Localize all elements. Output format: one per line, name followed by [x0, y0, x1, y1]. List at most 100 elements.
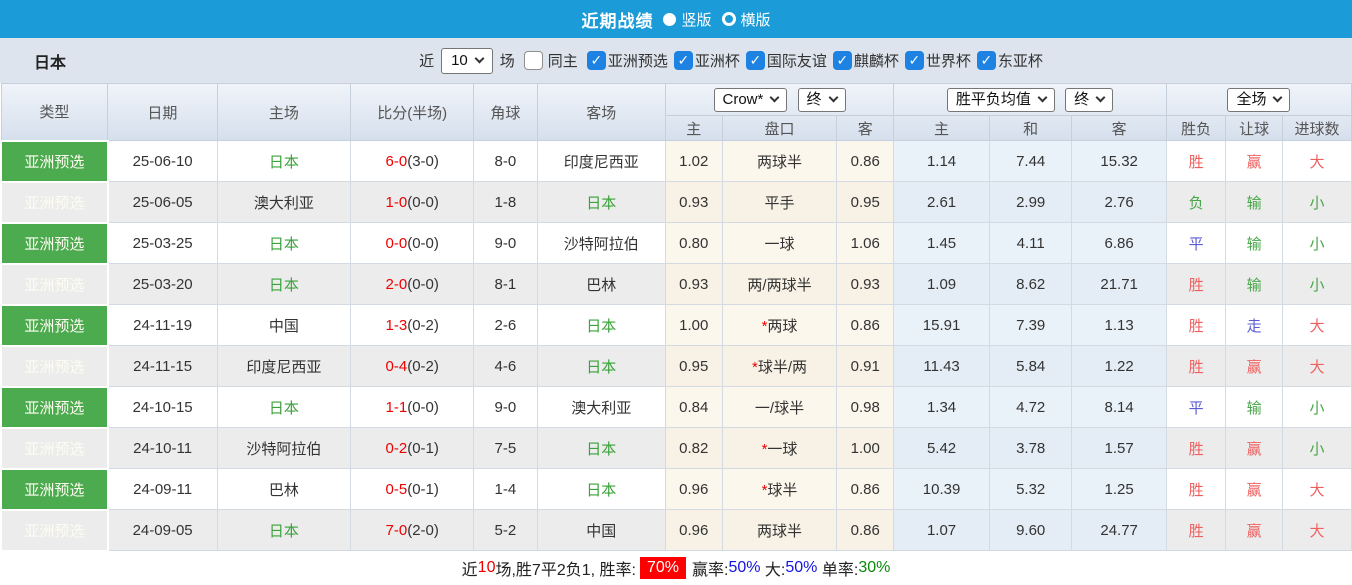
away-team-cell: 中国 — [537, 510, 665, 551]
handicap-away-odds-cell: 0.86 — [837, 141, 894, 182]
away-team-cell: 日本 — [537, 346, 665, 387]
half-score: (0-0) — [407, 235, 439, 252]
scope-dropdown[interactable]: 全场 — [1227, 88, 1290, 112]
checkbox-icon[interactable]: ✓ — [833, 51, 852, 70]
handicap-away-odds-cell: 0.91 — [837, 346, 894, 387]
handicap-home-odds-cell: 0.96 — [665, 469, 722, 510]
match-type-cell: 亚洲预选 — [1, 141, 108, 182]
avg-home-odds-cell: 2.61 — [894, 182, 990, 223]
table-header: 类型 日期 主场 比分(半场) 角球 客场 Crow* 终 胜平负均值 — [1, 84, 1352, 141]
col-goals-result: 进球数 — [1283, 116, 1352, 141]
checkbox-icon[interactable]: ✓ — [746, 51, 765, 70]
summary-segment: 30% — [858, 559, 890, 577]
full-score: 6-0 — [386, 153, 408, 170]
handicap-home-odds-cell: 1.02 — [665, 141, 722, 182]
avg-home-odds-cell: 1.07 — [894, 510, 990, 551]
avg-away-odds-cell: 8.14 — [1072, 387, 1167, 428]
handicap-away-odds-cell: 0.95 — [837, 182, 894, 223]
recent-count-select[interactable]: 10 — [441, 48, 493, 74]
handicap-home-odds-cell: 0.80 — [665, 223, 722, 264]
layout-radio-horizontal[interactable]: 横版 — [722, 9, 771, 30]
match-type-cell: 亚洲预选 — [1, 305, 108, 346]
match-type-cell: 亚洲预选 — [1, 223, 108, 264]
date-cell: 24-09-05 — [108, 510, 217, 551]
col-result: 胜负 — [1166, 116, 1225, 141]
table-row: 亚洲预选25-06-10日本6-0(3-0)8-0印度尼西亚1.02两球半0.8… — [1, 141, 1352, 182]
score-cell: 7-0(2-0) — [351, 510, 474, 551]
radio-unselected-icon[interactable] — [722, 12, 736, 26]
match-type-cell: 亚洲预选 — [1, 387, 108, 428]
summary-segment: 50% — [728, 559, 760, 577]
full-score: 1-3 — [386, 317, 408, 334]
table-row: 亚洲预选24-10-15日本1-1(0-0)9-0澳大利亚0.84一/球半0.9… — [1, 387, 1352, 428]
star-mark: * — [762, 318, 768, 335]
competition-label[interactable]: 东亚杯 — [998, 50, 1043, 71]
corner-cell: 9-0 — [474, 387, 537, 428]
chevron-down-icon — [1273, 93, 1283, 103]
handicap-group-header: Crow* 终 — [665, 84, 893, 116]
bookmaker-dropdown[interactable]: Crow* — [714, 88, 788, 112]
handicap-line-cell: 两/两球半 — [722, 264, 837, 305]
avg-home-odds-cell: 1.34 — [894, 387, 990, 428]
score-cell: 0-5(0-1) — [351, 469, 474, 510]
layout-radio-horizontal-label[interactable]: 横版 — [741, 9, 771, 30]
handicap-line-cell: *两球 — [722, 305, 837, 346]
competition-label[interactable]: 世界杯 — [926, 50, 971, 71]
table-row: 亚洲预选24-09-05日本7-0(2-0)5-2中国0.96两球半0.861.… — [1, 510, 1352, 551]
handicap-result-cell: 输 — [1226, 264, 1283, 305]
avg-away-odds-cell: 15.32 — [1072, 141, 1167, 182]
goals-result-cell: 大 — [1283, 346, 1352, 387]
match-result-cell: 胜 — [1166, 264, 1225, 305]
handicap-home-odds-cell: 0.82 — [665, 428, 722, 469]
match-result-cell: 胜 — [1166, 305, 1225, 346]
corner-cell: 8-0 — [474, 141, 537, 182]
competition-filters: ✓亚洲预选✓亚洲杯✓国际友谊✓麒麟杯✓世界杯✓东亚杯 — [581, 50, 1043, 71]
handicap-result-cell: 输 — [1226, 182, 1283, 223]
competition-label[interactable]: 亚洲杯 — [695, 50, 740, 71]
competition-filter: ✓亚洲杯 — [668, 50, 740, 71]
competition-label[interactable]: 亚洲预选 — [608, 50, 668, 71]
summary-segment: 10 — [478, 559, 496, 577]
checkbox-icon[interactable]: ✓ — [977, 51, 996, 70]
goals-result-cell: 大 — [1283, 141, 1352, 182]
avg-draw-odds-cell: 7.44 — [990, 141, 1072, 182]
half-score: (0-0) — [407, 276, 439, 293]
half-score: (0-2) — [407, 358, 439, 375]
competition-label[interactable]: 国际友谊 — [767, 50, 827, 71]
handicap-line-cell: 两球半 — [722, 141, 837, 182]
avg-away-odds-cell: 1.25 — [1072, 469, 1167, 510]
radio-selected-icon[interactable] — [663, 13, 676, 26]
away-team-cell: 日本 — [537, 305, 665, 346]
checkbox-icon[interactable]: ✓ — [905, 51, 924, 70]
handicap-home-odds-cell: 0.84 — [665, 387, 722, 428]
half-score: (0-0) — [407, 399, 439, 416]
handicap-away-odds-cell: 0.86 — [837, 510, 894, 551]
col-type: 类型 — [1, 84, 108, 141]
avg-home-odds-cell: 10.39 — [894, 469, 990, 510]
summary-segment: 50% — [785, 559, 817, 577]
summary-line: 近10场,胜7平2负1, 胜率:70%赢率:50% 大:50% 单率:30% — [0, 552, 1352, 585]
summary-segment: 近 — [462, 556, 478, 580]
corner-cell: 7-5 — [474, 428, 537, 469]
checkbox-icon[interactable]: ✓ — [674, 51, 693, 70]
col-handicap-home: 主 — [665, 116, 722, 141]
handicap-away-odds-cell: 0.93 — [837, 264, 894, 305]
avg-draw-odds-cell: 2.99 — [990, 182, 1072, 223]
same-host-label[interactable]: 同主 — [548, 50, 578, 71]
handicap-time-dropdown[interactable]: 终 — [798, 88, 846, 112]
odds-type-dropdown[interactable]: 胜平负均值 — [947, 88, 1055, 112]
avg-draw-odds-cell: 9.60 — [990, 510, 1072, 551]
layout-radio-vertical-label[interactable]: 竖版 — [681, 9, 711, 30]
away-team-cell: 日本 — [537, 182, 665, 223]
competition-label[interactable]: 麒麟杯 — [854, 50, 899, 71]
handicap-away-odds-cell: 1.06 — [837, 223, 894, 264]
same-host-checkbox[interactable] — [524, 51, 543, 70]
checkbox-icon[interactable]: ✓ — [587, 51, 606, 70]
score-cell: 1-1(0-0) — [351, 387, 474, 428]
handicap-away-odds-cell: 0.98 — [837, 387, 894, 428]
home-team-cell: 日本 — [217, 387, 351, 428]
avg-draw-odds-cell: 4.72 — [990, 387, 1072, 428]
avg-away-odds-cell: 2.76 — [1072, 182, 1167, 223]
odds-time-dropdown[interactable]: 终 — [1065, 88, 1113, 112]
layout-radio-vertical[interactable]: 竖版 — [663, 9, 711, 30]
